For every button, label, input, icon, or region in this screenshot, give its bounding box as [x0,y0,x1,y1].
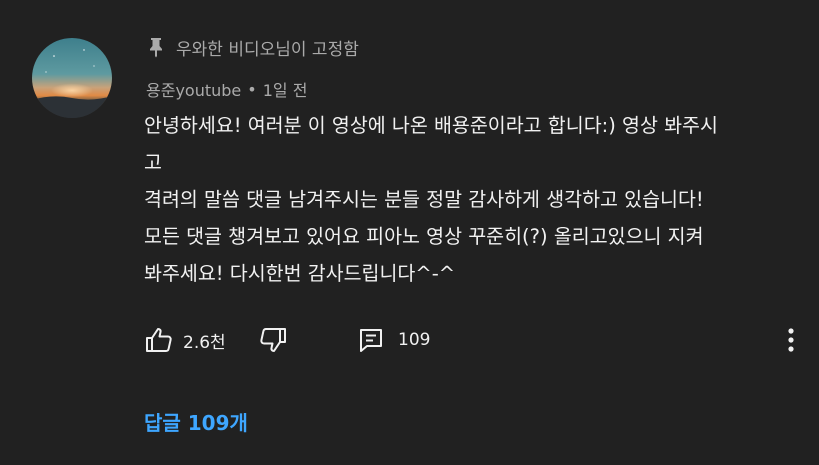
comment-actions: 2.6천 109 [144,320,804,360]
like-count: 2.6천 [183,332,226,353]
comment-card: 우와한 비디오님이 고정함 용준youtube • 1일 전 안녕하세요! 여러… [0,0,819,465]
separator-dot: • [247,79,257,99]
avatar[interactable] [32,38,112,118]
pinned-label: 우와한 비디오님이 고정함 [176,39,359,60]
comment-header: 용준youtube • 1일 전 [146,76,307,102]
pinned-indicator: 우와한 비디오님이 고정함 [146,33,359,61]
reply-button[interactable]: 109 [358,320,430,360]
like-button[interactable]: 2.6천 [144,320,226,360]
thumbs-up-icon [144,325,174,355]
more-vertical-icon [787,327,795,353]
comment-text: 안녕하세요! 여러분 이 영상에 나온 배용준이라고 합니다:) 영상 봐주시 … [144,114,718,285]
reply-count: 109 [398,330,431,350]
comment-icon [358,326,384,354]
timestamp[interactable]: 1일 전 [263,77,308,101]
pin-icon [146,36,166,58]
thumbs-down-icon [256,325,288,355]
avatar-image [32,38,112,118]
dislike-button[interactable] [256,320,288,360]
author-name[interactable]: 용준youtube [146,77,241,101]
more-options-button[interactable] [776,320,806,360]
view-replies-button[interactable]: 답글 109개 [144,404,248,438]
